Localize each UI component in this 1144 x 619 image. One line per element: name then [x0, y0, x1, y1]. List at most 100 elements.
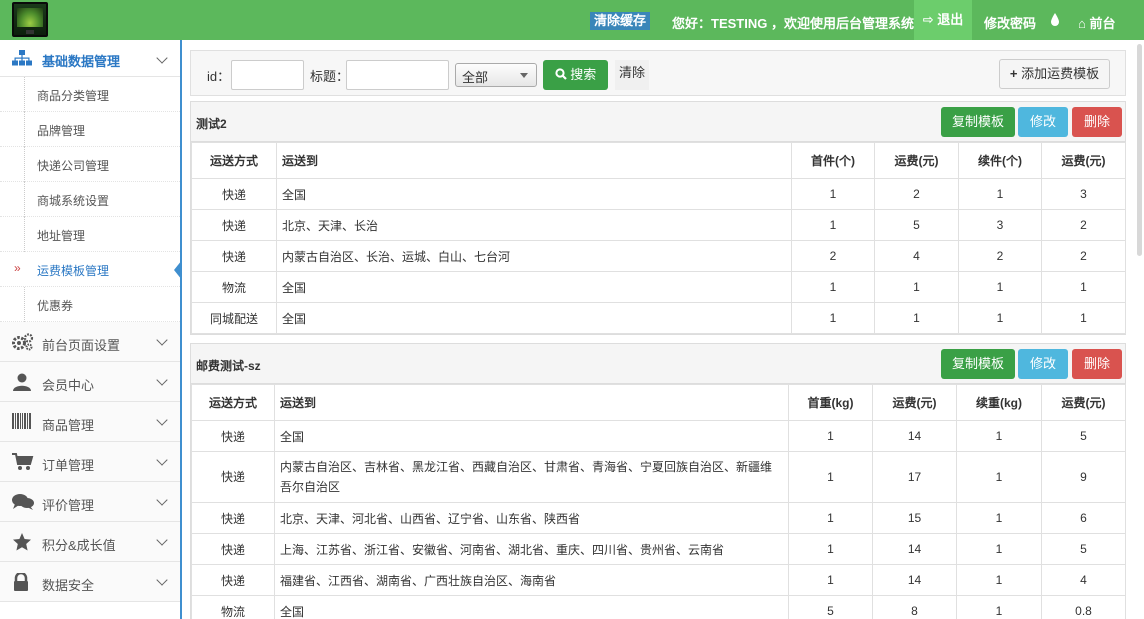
delete-button[interactable]: 删除 — [1072, 349, 1122, 379]
table-cell: 内蒙古自治区、吉林省、黑龙江省、西藏自治区、甘肃省、青海省、宁夏回族自治区、新疆… — [274, 451, 789, 503]
top-bar: 清除缓存 您好：TESTING ，欢迎使用后台管理系统！ ⇨ 退出 修改密码 ⌂… — [0, 0, 1144, 40]
edit-button[interactable]: 修改 — [1018, 107, 1068, 137]
table-cell: 1 — [956, 451, 1042, 503]
sidebar-item-mall-settings[interactable]: 商城系统设置 — [0, 182, 180, 217]
chevron-down-icon — [156, 454, 168, 466]
sidebar-group-member[interactable]: 会员中心 — [0, 362, 180, 402]
table-cell: 快递 — [191, 564, 275, 596]
table-row: 快递 上海、江苏省、浙江省、安徽省、河南省、湖北省、重庆、四川省、贵州省、云南省 1… — [191, 533, 1126, 565]
home-icon: ⌂ — [1078, 16, 1086, 31]
sidebar-item-label: 地址管理 — [37, 229, 86, 243]
table-cell: 2 — [958, 240, 1042, 272]
copy-template-button[interactable]: 复制模板 — [941, 349, 1015, 379]
comments-icon — [12, 494, 34, 510]
sidebar-item-shipping-template[interactable]: » 运费模板管理 — [0, 252, 182, 287]
table-cell: 1 — [788, 502, 873, 534]
sidebar-section-label: 基础数据管理 — [42, 54, 121, 69]
table-cell: 全国 — [276, 271, 792, 303]
chevron-down-icon — [156, 494, 168, 506]
title-input[interactable] — [346, 60, 449, 90]
table-cell: 14 — [872, 564, 957, 596]
sidebar-group-goods[interactable]: 商品管理 — [0, 402, 180, 442]
shipping-rule-table: 运送方式 运送到 首件(个) 运费(元) 续件(个) 运费(元) 快递 全国 1 2 1… — [191, 142, 1126, 334]
table-cell: 1 — [958, 271, 1042, 303]
table-cell: 物流 — [191, 595, 275, 619]
table-cell: 快递 — [191, 533, 275, 565]
column-header: 续重(kg) — [956, 384, 1042, 421]
table-row: 快递 内蒙古自治区、吉林省、黑龙江省、西藏自治区、甘肃省、青海省、宁夏回族自治区、… — [191, 451, 1126, 503]
id-label: id： — [207, 69, 231, 84]
table-cell: 3 — [1041, 178, 1126, 210]
sidebar-item-coupon[interactable]: 优惠券 — [0, 287, 180, 322]
sidebar-item-category[interactable]: 商品分类管理 — [0, 77, 180, 112]
table-cell: 4 — [1041, 564, 1126, 596]
table-cell: 5 — [874, 209, 959, 241]
column-header: 运送方式 — [191, 384, 275, 421]
table-cell: 快递 — [191, 209, 277, 241]
plus-icon: + — [1009, 66, 1018, 81]
column-header: 运送到 — [274, 384, 789, 421]
table-cell: 5 — [1041, 533, 1126, 565]
table-row: 快递 北京、天津、河北省、山西省、辽宁省、山东省、陕西省 1 15 1 6 — [191, 502, 1126, 534]
edit-button[interactable]: 修改 — [1018, 349, 1068, 379]
logout-button[interactable]: ⇨ 退出 — [914, 0, 972, 40]
frontend-link[interactable]: ⌂ 前台 — [1078, 13, 1116, 32]
sidebar-group-label: 订单管理 — [42, 458, 95, 473]
shipping-rule-table: 运送方式 运送到 首重(kg) 运费(元) 续重(kg) 运费(元) 快递 全国 1… — [191, 384, 1126, 619]
sidebar-group-label: 数据安全 — [42, 578, 95, 593]
lock-icon — [14, 573, 28, 591]
chevron-down-icon — [156, 52, 168, 64]
table-cell: 1 — [874, 302, 959, 334]
column-header: 运送到 — [276, 142, 792, 179]
chevron-down-icon — [156, 334, 168, 346]
table-cell: 2 — [1041, 240, 1126, 272]
sidebar-item-address[interactable]: 地址管理 — [0, 217, 180, 252]
table-row: 快递 福建省、江西省、湖南省、广西壮族自治区、海南省 1 14 1 4 — [191, 564, 1126, 596]
table-cell: 1 — [788, 533, 873, 565]
sidebar-item-brand[interactable]: 品牌管理 — [0, 112, 180, 147]
sidebar-group-label: 会员中心 — [42, 378, 95, 393]
template-card: 测试2 复制模板 修改 删除 运送方式 运送到 首件(个) 运费(元) 续件(个… — [190, 101, 1126, 335]
clear-button[interactable]: 清除 — [615, 60, 649, 90]
column-header: 运送方式 — [191, 142, 277, 179]
table-cell: 内蒙古自治区、长治、运城、白山、七台河 — [276, 240, 792, 272]
search-button-label: 搜索 — [570, 67, 597, 82]
add-button-label: 添加运费模板 — [1021, 66, 1100, 81]
table-cell: 2 — [791, 240, 875, 272]
sidebar-section-basic-data[interactable]: 基础数据管理 — [0, 40, 180, 77]
sidebar-group-frontend-settings[interactable]: 前台页面设置 — [0, 322, 180, 362]
delete-button[interactable]: 删除 — [1072, 107, 1122, 137]
table-cell: 1 — [1041, 271, 1126, 303]
sidebar-item-label: 品牌管理 — [37, 124, 86, 138]
page-scrollbar[interactable] — [1137, 44, 1142, 256]
status-select-value: 全部 — [462, 70, 489, 85]
copy-template-button[interactable]: 复制模板 — [941, 107, 1015, 137]
column-header: 运费(元) — [872, 384, 957, 421]
logo[interactable] — [12, 2, 48, 37]
table-cell: 快递 — [191, 502, 275, 534]
sidebar-group-points[interactable]: 积分&成长值 — [0, 522, 180, 562]
table-cell: 快递 — [191, 178, 277, 210]
sidebar-group-reviews[interactable]: 评价管理 — [0, 482, 180, 522]
sidebar-item-courier[interactable]: 快递公司管理 — [0, 147, 180, 182]
table-cell: 0.8 — [1041, 595, 1126, 619]
table-cell: 全国 — [276, 302, 792, 334]
id-input[interactable] — [231, 60, 304, 90]
table-row: 快递 全国 1 2 1 3 — [191, 178, 1126, 210]
column-header: 首重(kg) — [788, 384, 873, 421]
search-button[interactable]: 搜索 — [543, 60, 608, 90]
droplet-icon[interactable] — [1050, 12, 1060, 28]
table-cell: 17 — [872, 451, 957, 503]
search-icon — [555, 68, 567, 80]
status-select[interactable]: 全部 — [455, 63, 537, 87]
table-cell: 物流 — [191, 271, 277, 303]
table-cell: 1 — [788, 451, 873, 503]
table-row: 快递 内蒙古自治区、长治、运城、白山、七台河 2 4 2 2 — [191, 240, 1126, 272]
change-password-link[interactable]: 修改密码 — [984, 13, 1036, 32]
template-name: 测试2 — [196, 117, 227, 131]
sidebar-group-orders[interactable]: 订单管理 — [0, 442, 180, 482]
add-shipping-template-button[interactable]: + 添加运费模板 — [999, 59, 1110, 89]
table-header-row: 运送方式 运送到 首重(kg) 运费(元) 续重(kg) 运费(元) — [191, 384, 1126, 421]
clear-cache-button[interactable]: 清除缓存 — [590, 12, 651, 30]
sidebar-group-data-security[interactable]: 数据安全 — [0, 562, 180, 602]
